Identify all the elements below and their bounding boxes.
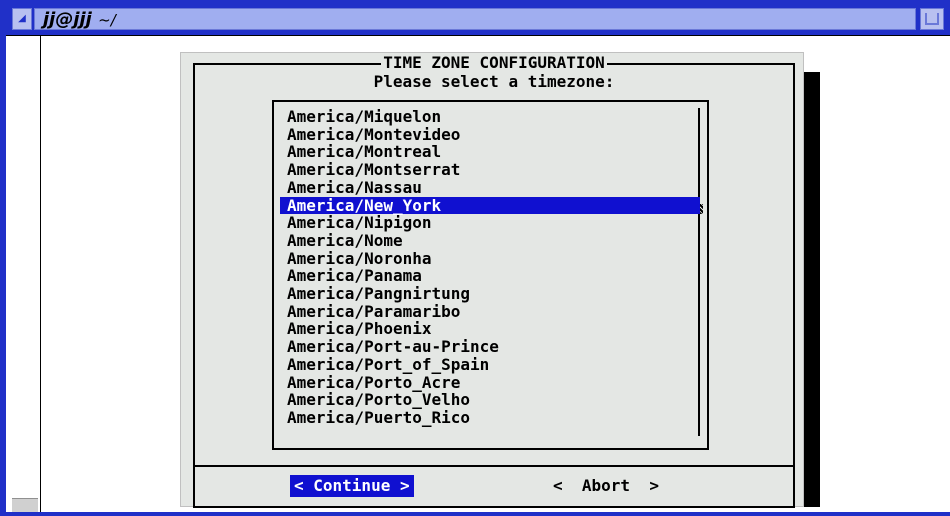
timezone-option[interactable]: America/Porto_Velho — [280, 391, 700, 409]
maximize-button[interactable] — [920, 8, 944, 30]
timezone-option[interactable]: America/Porto_Acre — [280, 373, 700, 392]
timezone-option[interactable]: America/Nipigon — [280, 214, 700, 232]
timezone-option[interactable]: America/Panama — [280, 267, 700, 285]
timezone-option[interactable]: America/Port-au-Prince — [280, 338, 700, 356]
timezone-option[interactable]: America/Puerto_Rico — [280, 409, 700, 427]
dialog-title: TIME ZONE CONFIGURATION — [195, 53, 793, 73]
dialog-border: TIME ZONE CONFIGURATION Please select a … — [193, 53, 795, 508]
timezone-option[interactable]: America/Montserrat — [280, 161, 700, 179]
continue-button[interactable]: < Continue > — [290, 475, 414, 497]
timezone-option[interactable]: America/Paramaribo — [280, 302, 700, 321]
window-title-user: jj@jjj — [43, 9, 92, 30]
dialog-shadow — [804, 72, 820, 507]
window-menu-icon[interactable]: ◢ — [12, 8, 32, 30]
terminal-window: ◢ jj@jjj ~/ TIME ZONE CONFIGURATION Plea… — [0, 0, 950, 516]
timezone-dialog: TIME ZONE CONFIGURATION Please select a … — [180, 52, 804, 508]
window-title-path: ~/ — [98, 11, 116, 29]
timezone-list[interactable]: America/Miquelon America/Montevideo Americ… — [272, 100, 709, 450]
abort-button[interactable]: < Abort > — [549, 475, 663, 497]
timezone-option[interactable]: America/Phoenix — [280, 320, 700, 338]
scrollbar-divider — [40, 36, 41, 512]
timezone-option[interactable]: America/Montreal — [280, 143, 700, 161]
timezone-option[interactable]: America/Noronha — [280, 249, 700, 268]
timezone-option[interactable]: America/Port_of_Spain — [280, 355, 700, 374]
terminal-area[interactable]: TIME ZONE CONFIGURATION Please select a … — [12, 36, 950, 512]
timezone-option[interactable]: America/New_York — [280, 196, 700, 215]
window-title: jj@jjj ~/ — [43, 9, 116, 31]
timezone-option[interactable]: America/Nassau — [280, 178, 700, 197]
timezone-option[interactable]: America/Nome — [280, 232, 700, 250]
dialog-title-text: TIME ZONE CONFIGURATION — [381, 53, 607, 72]
title-area[interactable]: jj@jjj ~/ — [34, 8, 916, 30]
scrollbar-thumb[interactable] — [12, 498, 38, 512]
timezone-option[interactable]: America/Miquelon — [280, 108, 700, 126]
timezone-option[interactable]: America/Pangnirtung — [280, 285, 700, 303]
button-separator — [195, 465, 793, 467]
timezone-option[interactable]: America/Montevideo — [280, 125, 700, 144]
dialog-prompt: Please select a timezone: — [373, 72, 615, 91]
maximize-icon — [925, 13, 939, 25]
title-bar[interactable]: ◢ jj@jjj ~/ — [6, 0, 950, 36]
